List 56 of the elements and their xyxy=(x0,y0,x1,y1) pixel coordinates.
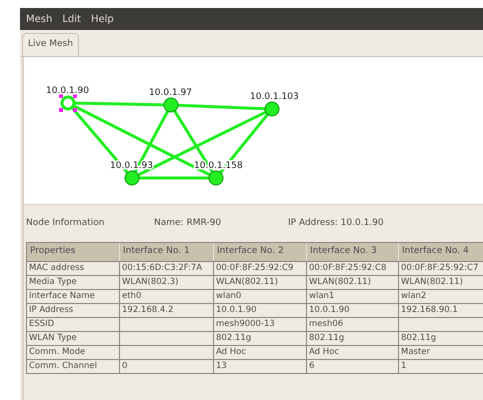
column-header[interactable]: Interface No. 3 xyxy=(307,243,399,261)
table-cell: WLAN(802.11) xyxy=(214,276,307,289)
table-cell: 00:0F:8F:25:92:C7 xyxy=(399,262,483,275)
table-cell: 13 xyxy=(214,360,307,373)
table-cell: 802.11g xyxy=(214,332,307,345)
table-cell: 1 xyxy=(399,360,483,373)
table-cell: 00:0F:8F:25:92:C9 xyxy=(214,262,307,275)
table-cell: WLAN Type xyxy=(27,332,120,345)
node-circle[interactable] xyxy=(164,98,178,112)
menu-item[interactable]: Help xyxy=(90,12,114,26)
node-name: Name: RMR-90 xyxy=(154,216,222,230)
column-header[interactable]: Interface No. 2 xyxy=(214,243,307,261)
table-cell: Ad Hoc xyxy=(307,346,399,359)
node-label: 10.0.1.103 xyxy=(250,92,299,102)
node-info-heading: Node Information xyxy=(26,216,106,230)
table-cell: 6 xyxy=(307,360,399,373)
node-circle[interactable] xyxy=(59,94,77,112)
table-cell: mesh06 xyxy=(307,318,399,331)
table-cell: 0 xyxy=(120,360,214,373)
table-cell: 192.168.4.2 xyxy=(120,304,214,317)
tab[interactable]: Live Mesh xyxy=(22,33,79,56)
node-circle[interactable] xyxy=(208,170,224,186)
table-cell: WLAN(802.11) xyxy=(399,276,483,289)
node-circle[interactable] xyxy=(264,102,280,116)
table-cell: eth0 xyxy=(120,290,214,303)
table-cell: 00:0F:8F:25:92:C8 xyxy=(307,262,399,275)
table-cell: Comm. Mode xyxy=(27,346,120,359)
table-cell: mesh9000-13 xyxy=(214,318,307,331)
table-cell: Media Type xyxy=(27,276,120,289)
node-label: 10.0.1.90 xyxy=(46,86,89,96)
table-cell: WLAN(802.11) xyxy=(307,276,399,289)
menu-item[interactable]: Mesh xyxy=(26,12,52,26)
table-cell: Master xyxy=(399,346,483,359)
node-label: 10.0.1.97 xyxy=(149,88,192,98)
table-cell: Comm. Channel xyxy=(27,360,120,373)
table-cell: 802.11g xyxy=(399,332,483,345)
table-cell: 192.168.90.1 xyxy=(399,304,483,317)
table-cell: 10.0.1.90 xyxy=(307,304,399,317)
node-ip: IP Address: 10.0.1.90 xyxy=(288,216,384,230)
table-cell: ESSID xyxy=(27,318,120,331)
column-header[interactable]: Interface No. 1 xyxy=(120,243,214,261)
menu-item[interactable]: Ldit xyxy=(62,12,81,26)
table-cell: 10.0.1.90 xyxy=(214,304,307,317)
table-cell: Ad Hoc xyxy=(214,346,307,359)
table-cell: WLAN(802.3) xyxy=(120,276,214,289)
column-header[interactable]: Properties xyxy=(27,243,120,261)
table-cell: MAC address xyxy=(27,262,120,275)
table-cell: 00:15:6D:C3:2F:7A xyxy=(120,262,214,275)
table-cell: Interface Name xyxy=(27,290,120,303)
table-cell: 802.11g xyxy=(307,332,399,345)
node-circle[interactable] xyxy=(124,170,140,186)
table-cell: wlan0 xyxy=(214,290,307,303)
table-cell: wlan2 xyxy=(399,290,483,303)
table-cell: IP Address xyxy=(27,304,120,317)
table-cell: wlan1 xyxy=(307,290,399,303)
column-header[interactable]: Interface No. 4 xyxy=(399,243,483,261)
